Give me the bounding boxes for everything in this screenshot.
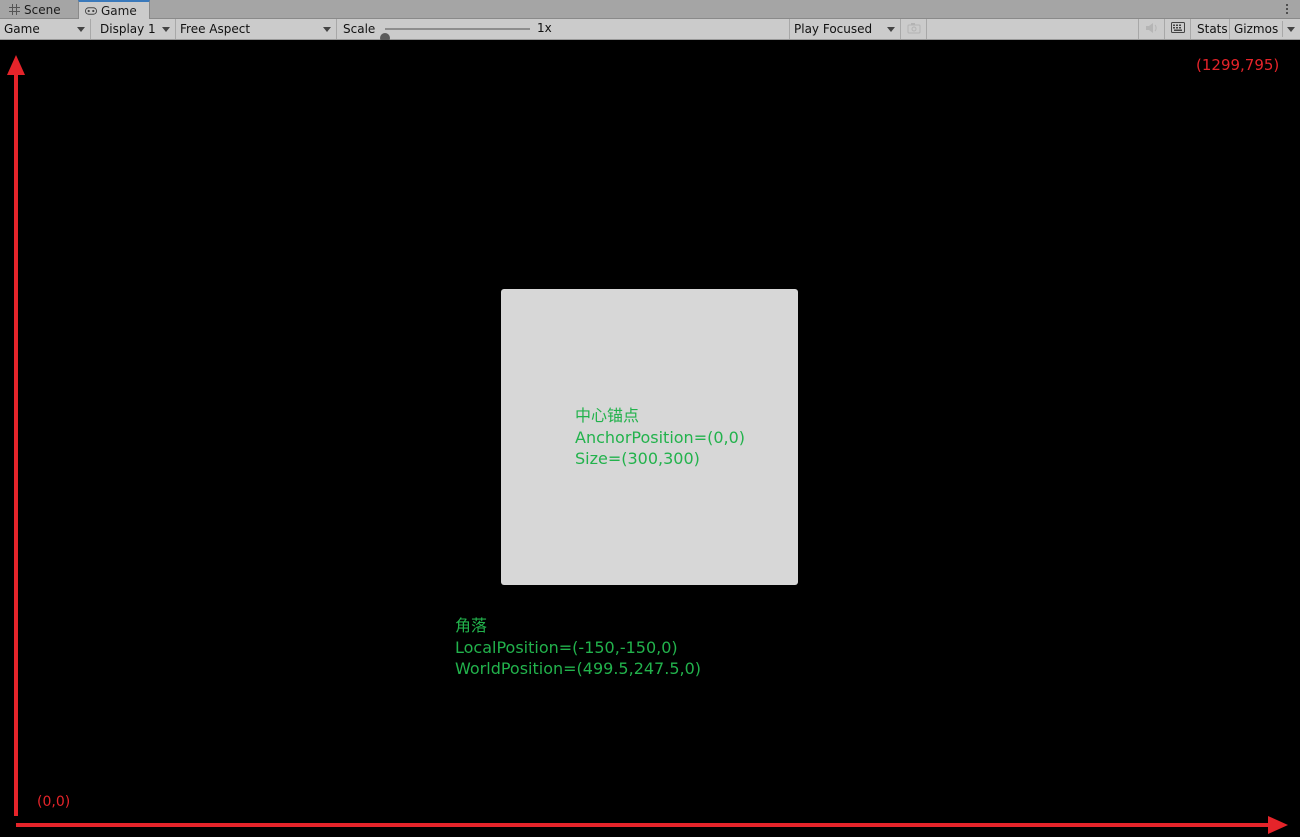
stats-label: Stats bbox=[1197, 22, 1228, 36]
display-label: Display 1 bbox=[100, 22, 156, 36]
local-position-text: LocalPosition=(-150,-150,0) bbox=[455, 637, 678, 657]
tab-game-label: Game bbox=[101, 3, 137, 18]
speaker-icon bbox=[1145, 22, 1159, 37]
editor-tab-bar: Scene Game bbox=[0, 0, 1300, 19]
play-mode-label: Play Focused bbox=[794, 22, 873, 36]
mute-audio-toggle[interactable] bbox=[1139, 19, 1165, 39]
display-dropdown[interactable]: Display 1 bbox=[91, 19, 176, 39]
chevron-down-icon bbox=[323, 27, 331, 32]
tab-scene-label: Scene bbox=[24, 2, 61, 17]
corner-annotation: 角落 LocalPosition=(-150,-150,0) WorldPosi… bbox=[455, 615, 701, 680]
chevron-down-icon[interactable] bbox=[1287, 27, 1295, 32]
chevron-down-icon bbox=[887, 27, 895, 32]
x-axis-arrow bbox=[16, 816, 1288, 834]
shortcuts-toggle[interactable] bbox=[1165, 19, 1191, 39]
world-position-text: WorldPosition=(499.5,247.5,0) bbox=[455, 659, 701, 678]
anchor-position-text: AnchorPosition=(0,0) bbox=[575, 427, 746, 447]
tab-scene[interactable]: Scene bbox=[4, 0, 76, 19]
scale-value: 1x bbox=[537, 21, 552, 35]
game-viewport[interactable]: 中心锚点 AnchorPosition=(0,0) Size=(300,300)… bbox=[0, 40, 1300, 837]
toolbar-divider bbox=[1282, 21, 1283, 37]
gizmos-button[interactable]: Gizmos bbox=[1230, 19, 1300, 39]
aspect-label: Free Aspect bbox=[180, 22, 251, 36]
gamepad-icon bbox=[85, 5, 97, 17]
origin-coordinate: (0,0) bbox=[37, 794, 71, 810]
stats-button[interactable]: Stats bbox=[1191, 19, 1230, 39]
chevron-down-icon bbox=[162, 27, 170, 32]
scale-label: Scale bbox=[343, 22, 376, 36]
center-anchor-title: 中心锚点 bbox=[575, 406, 640, 425]
tab-game[interactable]: Game bbox=[78, 0, 150, 19]
size-text: Size=(300,300) bbox=[575, 449, 700, 468]
view-type-label: Game bbox=[4, 22, 40, 36]
scale-control: Scale 1x bbox=[337, 19, 790, 43]
keyboard-icon bbox=[1170, 22, 1185, 36]
top-right-coordinate: (1299,795) bbox=[1196, 56, 1280, 74]
grid-icon bbox=[8, 4, 20, 16]
corner-title: 角落 bbox=[455, 616, 488, 635]
play-mode-dropdown[interactable]: Play Focused bbox=[790, 19, 901, 39]
camera-icon bbox=[907, 22, 921, 37]
y-axis-arrow bbox=[7, 55, 25, 816]
scale-slider[interactable] bbox=[380, 28, 530, 43]
chevron-down-icon bbox=[77, 27, 85, 32]
gizmos-label: Gizmos bbox=[1234, 22, 1279, 36]
kebab-menu-icon[interactable] bbox=[1284, 1, 1290, 17]
toolbar-spacer bbox=[927, 19, 1139, 39]
aspect-dropdown[interactable]: Free Aspect bbox=[176, 19, 337, 39]
center-anchor-annotation: 中心锚点 AnchorPosition=(0,0) Size=(300,300) bbox=[575, 405, 745, 470]
game-view-toolbar: Game Display 1 Free Aspect Scale 1x Play… bbox=[0, 19, 1300, 43]
frame-debugger-button[interactable] bbox=[901, 19, 927, 39]
view-type-dropdown[interactable]: Game bbox=[0, 19, 91, 39]
